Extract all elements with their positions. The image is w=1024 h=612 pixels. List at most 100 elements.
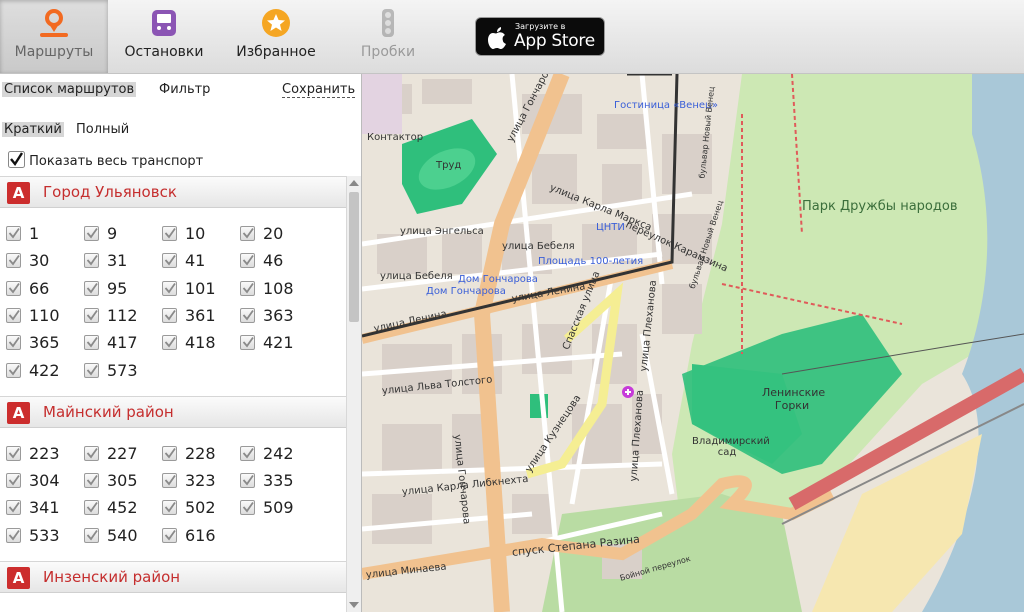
section-header[interactable]: А Инзенский район [0,561,346,593]
route-checkbox[interactable]: 509 [240,495,318,519]
apple-logo-icon [488,27,506,49]
scroll-thumb[interactable] [349,192,359,322]
route-pin-icon [40,9,68,37]
route-checkbox[interactable]: 540 [84,523,162,547]
route-checkbox[interactable]: 418 [162,330,240,354]
route-checkbox[interactable]: 110 [6,303,84,327]
route-checkbox[interactable]: 341 [6,495,84,519]
show-all-transport-label: Показать весь транспорт [29,154,204,169]
route-checkbox[interactable]: 361 [162,303,240,327]
route-checkbox[interactable]: 323 [162,468,240,492]
route-checkbox[interactable]: 305 [84,468,162,492]
route-list: А Город Ульяновск 1 9 10 20 30 31 41 46 66 95 101 108… [0,176,346,612]
route-list-scrollbar[interactable] [346,176,361,612]
checkbox-checked-icon [6,280,21,296]
checkbox-checked-icon [6,500,21,516]
view-short-toggle[interactable]: Краткий [2,122,64,137]
route-checkbox[interactable]: 112 [84,303,162,327]
map-label: Площадь 100-летия [538,256,644,267]
checkbox-checked-icon [6,445,21,461]
route-checkbox[interactable]: 108 [240,276,318,300]
route-checkbox[interactable]: 101 [162,276,240,300]
checkbox-checked-icon [162,473,177,489]
section-header[interactable]: А Город Ульяновск [0,176,346,208]
save-link[interactable]: Сохранить [282,82,356,98]
checkbox-checked-icon [84,280,99,296]
tab-traffic[interactable]: Пробки [336,0,440,73]
app-store-badge-button[interactable]: Загрузите в App Store [475,17,605,56]
route-number: 9 [107,224,118,243]
route-checkbox[interactable]: 20 [240,221,318,245]
route-checkbox[interactable]: 66 [6,276,84,300]
checkbox-checked-icon [240,500,255,516]
route-checkbox[interactable]: 417 [84,330,162,354]
route-number: 41 [185,251,206,271]
tab-route-list[interactable]: Список маршрутов [2,82,137,97]
route-number: 533 [29,525,60,545]
route-number: 421 [263,333,294,353]
route-checkbox[interactable]: 10 [162,221,240,245]
bus-stop-icon [152,10,176,36]
route-checkbox[interactable]: 30 [6,248,84,272]
tab-routes[interactable]: Маршруты [0,0,108,73]
route-checkbox[interactable]: 227 [84,441,162,465]
route-number: 304 [29,471,60,491]
checkbox-checked-icon [84,335,99,351]
checkbox-checked-icon [162,253,177,269]
map-label: улица Бебеля [380,271,453,282]
route-checkbox[interactable]: 335 [240,468,318,492]
scroll-down-icon[interactable] [349,602,359,608]
tab-favorites[interactable]: Избранное [222,0,330,73]
route-checkbox[interactable]: 616 [162,523,240,547]
route-checkbox[interactable]: 363 [240,303,318,327]
route-checkbox[interactable]: 304 [6,468,84,492]
map-canvas[interactable] [362,74,1024,612]
route-checkbox[interactable]: 421 [240,330,318,354]
checkbox-checked-icon [240,226,255,241]
checkbox-checked-icon [240,445,255,461]
map-label: ЦНТИ [596,222,625,233]
route-checkbox[interactable]: 502 [162,495,240,519]
route-checkbox[interactable]: 573 [84,358,162,382]
checkbox-checked-icon [240,253,255,269]
route-number: 227 [107,443,138,463]
route-checkbox[interactable]: 31 [84,248,162,272]
route-checkbox[interactable]: 422 [6,358,84,382]
route-checkbox[interactable]: 95 [84,276,162,300]
show-all-transport-checkbox[interactable]: Показать весь транспорт [8,151,203,169]
checkbox-checked-icon [162,280,177,296]
view-full-toggle[interactable]: Полный [76,122,129,137]
route-checkbox[interactable]: 228 [162,441,240,465]
route-checkbox[interactable]: 46 [240,248,318,272]
route-checkbox[interactable]: 223 [6,441,84,465]
route-checkbox[interactable]: 365 [6,330,84,354]
route-checkbox[interactable]: 533 [6,523,84,547]
checkbox-checked-icon [240,473,255,489]
route-checkbox[interactable]: 242 [240,441,318,465]
industrial-area [362,74,402,134]
route-checkbox[interactable]: 1 [6,221,84,245]
map-label: Труд [436,160,462,171]
route-number: 616 [185,525,216,545]
checkbox-checked-icon [84,500,99,516]
route-number: 422 [29,360,60,380]
tab-filter[interactable]: Фильтр [159,82,210,97]
section-header[interactable]: А Майнский район [0,395,346,428]
route-number: 46 [263,251,284,271]
route-number: 10 [185,224,206,243]
route-checkbox[interactable]: 452 [84,495,162,519]
section-title: Город Ульяновск [43,183,177,201]
route-number: 30 [29,251,50,271]
route-number: 323 [185,471,216,491]
tab-stops[interactable]: Остановки [112,0,216,73]
route-number: 1 [29,224,40,243]
route-number: 108 [263,278,294,298]
route-number: 228 [185,443,216,463]
section-title: Инзенский район [43,568,181,586]
route-checkbox[interactable]: 41 [162,248,240,272]
scroll-up-icon[interactable] [349,180,359,186]
route-checkbox[interactable]: 9 [84,221,162,245]
city-map[interactable]: улица Гончарова улица Гончарова Гостиниц… [362,74,1024,612]
checkbox-checked-icon [84,307,99,323]
checkbox-checked-icon [162,445,177,461]
